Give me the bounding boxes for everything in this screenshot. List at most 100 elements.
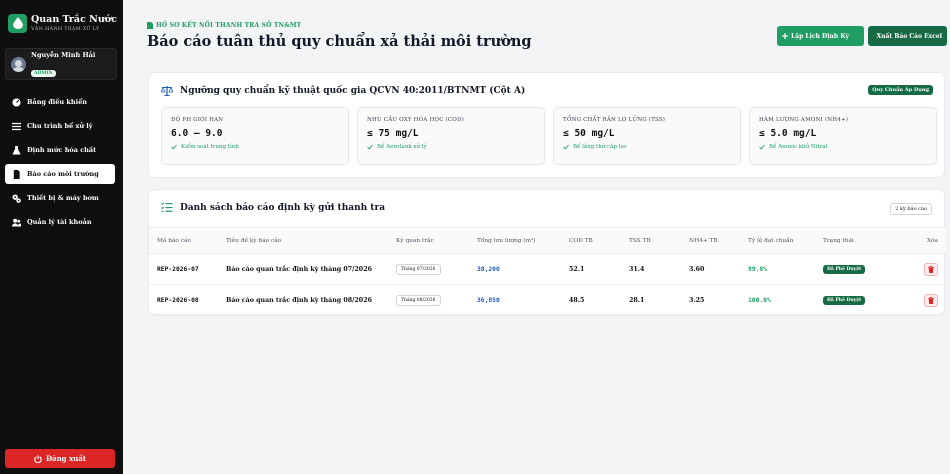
sidebar-item-label: Báo cáo môi trường: [27, 170, 99, 178]
check-icon: [171, 144, 177, 150]
logout-label: Đăng xuất: [45, 454, 87, 463]
page-title: Báo cáo tuân thủ quy chuẩn xả thải môi t…: [147, 33, 532, 50]
metric-cod: NHU CẦU OXY HÓA HỌC (COD) ≤ 75 mg/L Bể A…: [357, 107, 545, 165]
scale-icon: [161, 86, 173, 96]
reports-card-title: Danh sách báo cáo định kỳ gửi thanh tra: [161, 202, 385, 213]
col-period[interactable]: Kỳ quan trắc: [396, 227, 477, 254]
report-nh4: 3.25: [689, 284, 748, 316]
col-title[interactable]: Tiêu đề kỳ báo cáo: [226, 227, 396, 254]
standard-card-title: Ngưỡng quy chuẩn kỹ thuật quốc gia QCVN …: [161, 85, 525, 96]
reports-card: Danh sách báo cáo định kỳ gửi thanh tra …: [148, 189, 946, 316]
col-nh4[interactable]: NH4+ TB: [689, 227, 748, 254]
metric-note-text: Bể Aerotank xử lý: [377, 144, 427, 150]
report-title: Báo cáo quan trắc định kỳ tháng 08/2026: [226, 284, 396, 316]
metric-note: Bể lắng thứ cấp lọc: [563, 144, 740, 150]
file-icon: [147, 22, 153, 29]
metric-value: ≤ 75 mg/L: [367, 128, 419, 139]
table-row[interactable]: REP-2026-07 Báo cáo quan trắc định kỳ th…: [149, 253, 946, 285]
power-icon: [34, 454, 42, 463]
col-tss[interactable]: TSS TB: [629, 227, 689, 254]
report-rate: 100.0%: [748, 284, 823, 316]
export-excel-button[interactable]: Xuất Báo Cáo Excel: [868, 26, 947, 46]
brand: Quan Trắc Nước VẬN HÀNH TRẠM XỬ LÝ: [0, 0, 123, 40]
schedule-button[interactable]: Lập Lịch Định Kỳ: [777, 26, 864, 46]
table-row[interactable]: REP-2026-08 Báo cáo quan trắc định kỳ th…: [149, 284, 946, 316]
breadcrumb-label: HỒ SƠ KẾT NỐI THANH TRA SỞ TN&MT: [156, 22, 302, 29]
gears-icon: [12, 193, 21, 203]
delete-report-button[interactable]: [924, 262, 938, 276]
export-label: Xuất Báo Cáo Excel: [876, 32, 942, 40]
delete-report-button[interactable]: [924, 293, 938, 307]
speedometer-icon: [12, 97, 21, 107]
metric-label: ĐỘ PH GIỚI HẠN: [171, 117, 224, 123]
report-status-cell: Đã Phê Duyệt: [823, 253, 909, 285]
checklist-icon: [161, 202, 173, 212]
sidebar-item-label: Quản lý tài khoản: [27, 218, 92, 226]
col-rate[interactable]: Tỷ lệ đạt chuẩn: [748, 227, 823, 254]
user-card[interactable]: Nguyễn Minh Hải ADMIN: [5, 48, 117, 80]
col-flow[interactable]: Tổng lưu lượng (m³): [477, 227, 569, 254]
sidebar-item-tank-cycle[interactable]: Chu trình bể xử lý: [5, 116, 115, 136]
metric-ph: ĐỘ PH GIỚI HẠN 6.0 – 9.0 Kiểm soát trung…: [161, 107, 349, 165]
user-name: Nguyễn Minh Hải: [31, 50, 96, 59]
metric-label: HÀM LƯỢNG AMONI (NH4+): [759, 117, 849, 123]
brand-title: Quan Trắc Nước: [31, 13, 117, 25]
metric-note: Kiểm soát trung tính: [171, 144, 348, 150]
report-flow: 38,200: [477, 253, 569, 285]
report-rate: 99.8%: [748, 253, 823, 285]
spreadsheet-icon: [873, 35, 874, 37]
brand-subtitle: VẬN HÀNH TRẠM XỬ LÝ: [31, 25, 100, 32]
sidebar-item-equipment[interactable]: Thiết bị & máy bơm: [5, 188, 115, 208]
sidebar-item-dashboard[interactable]: Bảng điều khiển: [5, 92, 115, 112]
standard-title-label: Ngưỡng quy chuẩn kỹ thuật quốc gia QCVN …: [180, 85, 526, 96]
sidebar-item-label: Thiết bị & máy bơm: [27, 194, 99, 202]
metric-note: Bể Anoxic khử Nitrat: [759, 144, 936, 150]
sidebar-item-accounts[interactable]: Quản lý tài khoản: [5, 212, 115, 232]
status-badge: Đã Phê Duyệt: [823, 264, 866, 274]
metric-note-text: Kiểm soát trung tính: [181, 144, 239, 150]
metric-note-text: Bể Anoxic khử Nitrat: [769, 144, 828, 150]
sidebar-item-env-report[interactable]: Báo cáo môi trường: [5, 164, 115, 184]
period-chip: Tháng 08/2026: [396, 294, 441, 306]
sidebar-nav: Bảng điều khiển Chu trình bể xử lý Định …: [0, 92, 123, 232]
metric-value: ≤ 50 mg/L: [563, 128, 615, 139]
standard-card: Ngưỡng quy chuẩn kỹ thuật quốc gia QCVN …: [148, 72, 945, 178]
reports-count-badge: 2 kỳ báo cáo: [890, 203, 932, 215]
check-icon: [367, 144, 373, 150]
sidebar-item-label: Định mức hóa chất: [27, 146, 97, 154]
sidebar: Quan Trắc Nước VẬN HÀNH TRẠM XỬ LÝ Nguyễ…: [0, 0, 123, 474]
user-role-badge: ADMIN: [31, 69, 56, 77]
metric-value: ≤ 5.0 mg/L: [759, 128, 817, 139]
metric-tss: TỔNG CHẤT RẮN LƠ LỬNG (TSS) ≤ 50 mg/L Bể…: [553, 107, 741, 165]
metric-nh4: HÀM LƯỢNG AMONI (NH4+) ≤ 5.0 mg/L Bể Ano…: [749, 107, 937, 165]
report-code: REP-2026-08: [149, 284, 226, 316]
water-drop-icon: [8, 13, 27, 33]
metric-label: NHU CẦU OXY HÓA HỌC (COD): [367, 117, 464, 123]
standard-applied-tag: Quy Chuẩn Áp Dụng: [868, 85, 933, 95]
logout-button[interactable]: Đăng xuất: [5, 449, 115, 468]
check-icon: [759, 144, 765, 150]
period-chip: Tháng 07/2026: [396, 263, 441, 275]
metric-value: 6.0 – 9.0: [171, 128, 223, 139]
col-delete: Xóa: [909, 227, 946, 254]
sidebar-item-chemical-quota[interactable]: Định mức hóa chất: [5, 140, 115, 160]
col-status[interactable]: Trạng thái: [823, 227, 909, 254]
check-icon: [563, 144, 569, 150]
reports-table: Mã báo cáo Tiêu đề kỳ báo cáo Kỳ quan tr…: [149, 227, 946, 316]
sidebar-item-label: Bảng điều khiển: [27, 98, 87, 106]
report-tss: 31.4: [629, 253, 689, 285]
reports-title-label: Danh sách báo cáo định kỳ gửi thanh tra: [180, 202, 386, 213]
avatar: [11, 56, 26, 72]
report-delete-cell: [909, 284, 946, 316]
breadcrumb: HỒ SƠ KẾT NỐI THANH TRA SỞ TN&MT: [147, 22, 301, 29]
col-cod[interactable]: COD TB: [569, 227, 629, 254]
flask-icon: [12, 145, 21, 155]
col-code[interactable]: Mã báo cáo: [149, 227, 226, 254]
report-cod: 48.5: [569, 284, 629, 316]
report-status-cell: Đã Phê Duyệt: [823, 284, 909, 316]
report-delete-cell: [909, 253, 946, 285]
trash-icon: [928, 296, 934, 304]
sidebar-item-label: Chu trình bể xử lý: [27, 122, 93, 130]
metric-note: Bể Aerotank xử lý: [367, 144, 544, 150]
main-content: HỒ SƠ KẾT NỐI THANH TRA SỞ TN&MT Báo cáo…: [123, 0, 950, 474]
